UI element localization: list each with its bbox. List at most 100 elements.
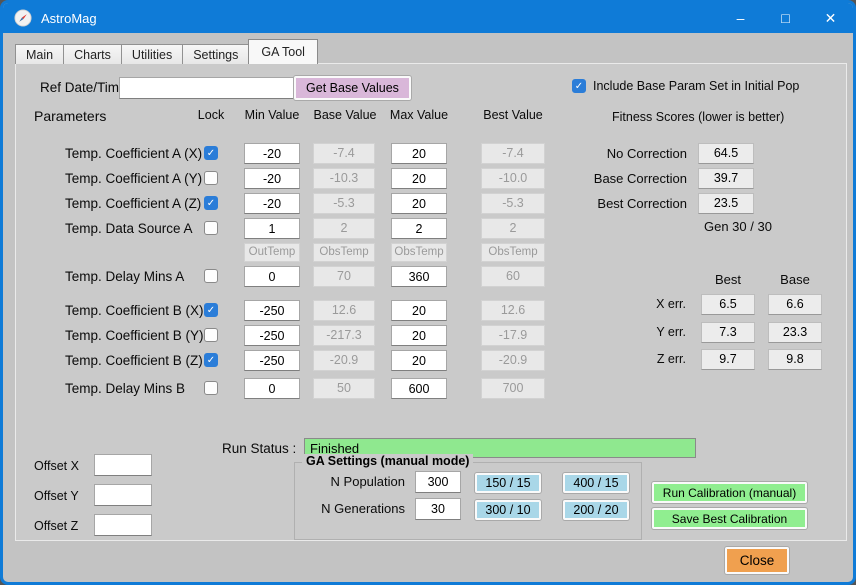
offset-label: Offset X [34,459,79,473]
err-row-label: X err. [616,297,686,311]
param-label: Temp. Coefficient A (Z) [65,196,201,211]
sensor-source-field: ObsTemp [313,243,375,262]
max-value-input[interactable] [391,143,447,164]
best-value-field: -17.9 [481,325,545,346]
offset-input[interactable] [94,454,152,476]
lock-checkbox[interactable] [204,381,218,395]
min-value-input[interactable] [244,325,300,346]
lock-checkbox[interactable]: ✓ [204,303,218,317]
base-value-field: -5.3 [313,193,375,214]
err-best-header: Best [701,272,755,287]
sensor-source-field: ObsTemp [391,243,447,262]
ga-settings-group: GA Settings (manual mode) N Population N… [294,462,642,540]
min-value-input[interactable] [244,266,300,287]
maximize-button[interactable]: □ [763,3,808,33]
min-value-input[interactable] [244,168,300,189]
param-label: Temp. Delay Mins A [65,269,184,284]
lock-checkbox[interactable] [204,269,218,283]
param-label: Temp. Coefficient B (Z) [65,353,203,368]
max-value-input[interactable] [391,378,447,399]
min-value-input[interactable] [244,300,300,321]
max-value-input[interactable] [391,325,447,346]
preset-button[interactable]: 300 / 10 [475,500,541,520]
app-window: AstroMag – □ ✕ MainChartsUtilitiesSettin… [0,0,856,585]
n-population-label: N Population [303,474,405,489]
best-value-field: -7.4 [481,143,545,164]
tab-settings[interactable]: Settings [182,44,249,64]
lock-checkbox[interactable] [204,221,218,235]
generation-counter: Gen 30 / 30 [704,219,772,234]
include-base-label: Include Base Param Set in Initial Pop [593,79,799,93]
min-value-input[interactable] [244,350,300,371]
base-value-field: -20.9 [313,350,375,371]
lock-checkbox[interactable]: ✓ [204,146,218,160]
ref-datetime-input[interactable] [119,77,295,99]
err-best-value: 7.3 [701,322,755,343]
tab-ga-tool[interactable]: GA Tool [248,39,318,64]
param-label: Temp. Data Source A [65,221,193,236]
column-header-max-value: Max Value [379,108,459,122]
offset-label: Offset Y [34,489,79,503]
max-value-input[interactable] [391,218,447,239]
max-value-input[interactable] [391,266,447,287]
best-value-field: 2 [481,218,545,239]
err-base-header: Base [768,272,822,287]
base-value-field: -10.3 [313,168,375,189]
sensor-source-field: ObsTemp [481,243,545,262]
run-calibration-button[interactable]: Run Calibration (manual) [652,482,807,503]
close-button[interactable]: Close [725,547,789,574]
lock-checkbox[interactable] [204,171,218,185]
min-value-input[interactable] [244,378,300,399]
best-value-field: 700 [481,378,545,399]
preset-button[interactable]: 150 / 15 [475,473,541,493]
err-best-value: 6.5 [701,294,755,315]
ref-datetime-label: Ref Date/Time [40,80,127,95]
column-header-parameters: Parameters [34,108,106,124]
base-value-field: -7.4 [313,143,375,164]
lock-checkbox[interactable]: ✓ [204,196,218,210]
lock-checkbox[interactable] [204,328,218,342]
fitness-label: Best Correction [576,196,687,211]
min-value-input[interactable] [244,193,300,214]
compass-icon [14,9,32,27]
best-value-field: -5.3 [481,193,545,214]
offset-input[interactable] [94,484,152,506]
window-title: AstroMag [41,11,97,26]
best-value-field: 60 [481,266,545,287]
include-base-checkbox[interactable]: ✓ [572,79,586,93]
sensor-source-field: OutTemp [244,243,300,262]
max-value-input[interactable] [391,168,447,189]
preset-button[interactable]: 200 / 20 [563,500,629,520]
n-generations-label: N Generations [303,501,405,516]
base-value-field: 50 [313,378,375,399]
max-value-input[interactable] [391,350,447,371]
tab-charts[interactable]: Charts [63,44,122,64]
preset-button[interactable]: 400 / 15 [563,473,629,493]
lock-checkbox[interactable]: ✓ [204,353,218,367]
fitness-value: 39.7 [698,168,754,189]
close-window-button[interactable]: ✕ [808,3,853,33]
ga-settings-title: GA Settings (manual mode) [302,454,473,468]
base-value-field: 2 [313,218,375,239]
base-value-field: 70 [313,266,375,287]
n-population-input[interactable] [415,471,461,493]
get-base-values-button[interactable]: Get Base Values [294,76,411,100]
min-value-input[interactable] [244,218,300,239]
min-value-input[interactable] [244,143,300,164]
offset-input[interactable] [94,514,152,536]
ga-tool-tab-page: Ref Date/Time Get Base Values ✓ Include … [15,63,847,541]
column-header-lock: Lock [191,108,231,122]
max-value-input[interactable] [391,300,447,321]
tab-utilities[interactable]: Utilities [121,44,183,64]
minimize-button[interactable]: – [718,3,763,33]
err-best-value: 9.7 [701,349,755,370]
err-base-value: 9.8 [768,349,822,370]
save-best-calibration-button[interactable]: Save Best Calibration [652,508,807,529]
n-generations-input[interactable] [415,498,461,520]
base-value-field: -217.3 [313,325,375,346]
max-value-input[interactable] [391,193,447,214]
param-label: Temp. Coefficient A (Y) [65,171,202,186]
err-base-value: 23.3 [768,322,822,343]
column-header-base-value: Base Value [305,108,385,122]
tab-main[interactable]: Main [15,44,64,64]
